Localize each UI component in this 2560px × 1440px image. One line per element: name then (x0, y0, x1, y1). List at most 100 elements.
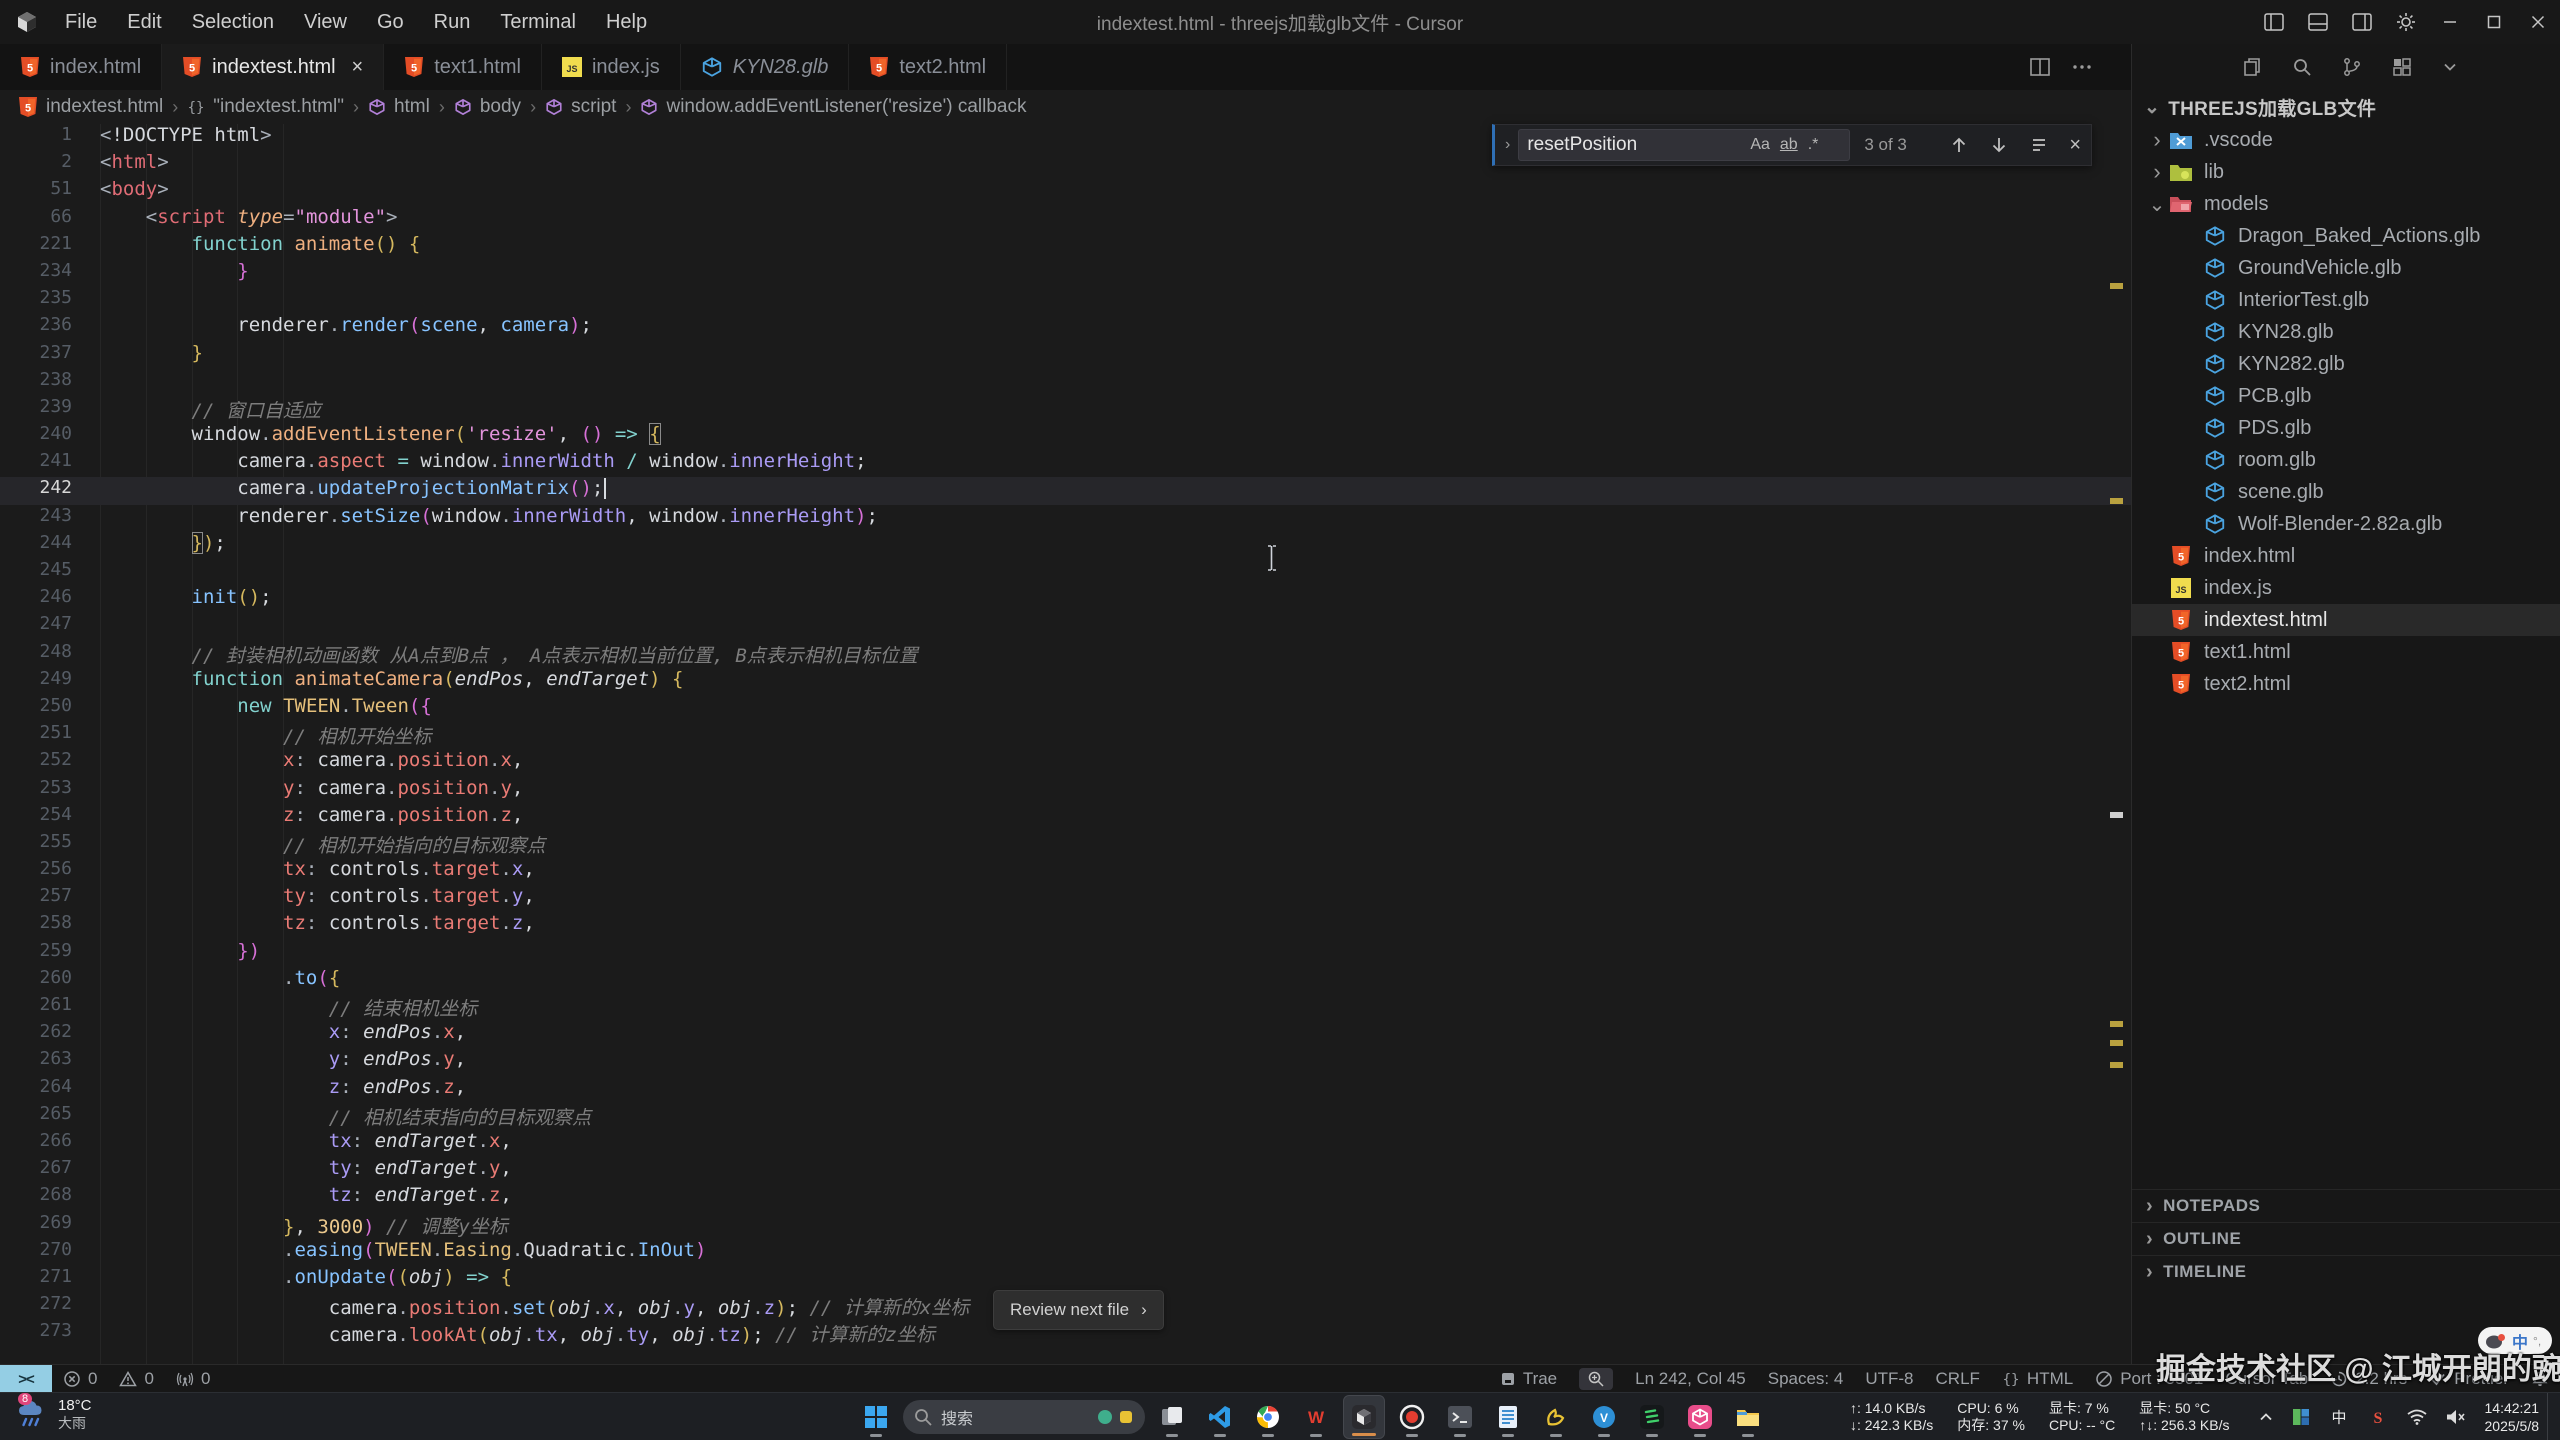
status-spaces-4[interactable]: Spaces: 4 (1768, 1369, 1844, 1389)
status-zoom-in[interactable] (1579, 1368, 1613, 1390)
file-tree-item-PCB.glb[interactable]: PCB.glb (2132, 380, 2560, 412)
code-line-271[interactable]: 271 .onUpdate((obj) => { (0, 1266, 2131, 1293)
taskbar-app-greenapp[interactable] (1631, 1395, 1673, 1439)
review-next-file-button[interactable]: Review next file › (993, 1290, 1164, 1330)
file-tree-item-Dragon_Baked_Actions.glb[interactable]: Dragon_Baked_Actions.glb (2132, 220, 2560, 252)
section-timeline[interactable]: ›TIMELINE (2132, 1255, 2560, 1288)
search-icon[interactable] (2292, 57, 2312, 77)
code-line-254[interactable]: 254 z: camera.position.z, (0, 804, 2131, 831)
menu-help[interactable]: Help (591, 0, 662, 44)
file-tree-item-GroundVehicle.glb[interactable]: GroundVehicle.glb (2132, 252, 2560, 284)
menu-selection[interactable]: Selection (177, 0, 289, 44)
file-tree-item-room.glb[interactable]: room.glb (2132, 444, 2560, 476)
code-line-269[interactable]: 269 }, 3000) // 调整y坐标 (0, 1212, 2131, 1239)
taskbar-app-cube3d[interactable] (1679, 1395, 1721, 1439)
whole-word-toggle[interactable]: ab (1780, 136, 1798, 154)
menu-edit[interactable]: Edit (112, 0, 176, 44)
code-line-265[interactable]: 265 // 相机结束指向的目标观察点 (0, 1103, 2131, 1130)
code-line-263[interactable]: 263 y: endPos.y, (0, 1048, 2131, 1075)
file-tree-item-models[interactable]: ⌄models (2132, 188, 2560, 220)
regex-toggle[interactable]: .* (1808, 136, 1819, 154)
taskbar-app-notepad[interactable] (1487, 1395, 1529, 1439)
taskbar-app-chrome[interactable] (1247, 1395, 1289, 1439)
tray-chevron-up[interactable] (2258, 1409, 2274, 1425)
file-tree-item-index.html[interactable]: 5index.html (2132, 540, 2560, 572)
file-tree-item-text2.html[interactable]: 5text2.html (2132, 668, 2560, 700)
find-expand-icon[interactable]: › (1505, 136, 1510, 154)
code-line-259[interactable]: 259 }) (0, 940, 2131, 967)
git-branch-icon[interactable] (2342, 57, 2362, 77)
file-tree-item-.vscode[interactable]: ›.vscode (2132, 124, 2560, 156)
status-0[interactable]: 0 (119, 1369, 153, 1389)
file-tree-item-InteriorTest.glb[interactable]: InteriorTest.glb (2132, 284, 2560, 316)
taskbar-app-navicat[interactable] (1535, 1395, 1577, 1439)
taskbar-weather[interactable]: 8 18°C 大雨 (16, 1397, 92, 1431)
menu-file[interactable]: File (50, 0, 112, 44)
split-editor-icon[interactable] (2030, 57, 2050, 77)
code-line-251[interactable]: 251 // 相机开始坐标 (0, 722, 2131, 749)
code-line-242[interactable]: 242 camera.updateProjectionMatrix(); (0, 477, 2131, 504)
file-tree-item-Wolf-Blender-2.82a.glb[interactable]: Wolf-Blender-2.82a.glb (2132, 508, 2560, 540)
taskbar-app-explorer[interactable] (1727, 1395, 1769, 1439)
menu-terminal[interactable]: Terminal (485, 0, 591, 44)
code-line-248[interactable]: 248 // 封装相机动画函数 从A点到B点 ， A点表示相机当前位置, B点表… (0, 641, 2131, 668)
code-line-235[interactable]: 235 (0, 287, 2131, 314)
code-line-260[interactable]: 260 .to({ (0, 967, 2131, 994)
code-line-244[interactable]: 244 }); (0, 532, 2131, 559)
section-notepads[interactable]: ›NOTEPADS (2132, 1189, 2560, 1222)
code-line-245[interactable]: 245 (0, 559, 2131, 586)
code-line-268[interactable]: 268 tz: endTarget.z, (0, 1184, 2131, 1211)
code-line-253[interactable]: 253 y: camera.position.y, (0, 777, 2131, 804)
project-root[interactable]: ⌄ THREEJS加载GLB文件 (2132, 90, 2560, 124)
code-editor[interactable]: 1<!DOCTYPE html>2<html>51<body>66 <scrip… (0, 124, 2131, 1364)
menu-go[interactable]: Go (362, 0, 419, 44)
taskbar-app-cursor[interactable] (1343, 1395, 1385, 1439)
code-line-258[interactable]: 258 tz: controls.target.z, (0, 912, 2131, 939)
status-html[interactable]: {}HTML (2002, 1369, 2073, 1389)
layout-panel-button[interactable] (2296, 0, 2340, 44)
tab-text2.html[interactable]: 5text2.html (849, 44, 1007, 90)
code-line-221[interactable]: 221 function animate() { (0, 233, 2131, 260)
file-tree-item-lib[interactable]: ›lib (2132, 156, 2560, 188)
code-line-252[interactable]: 252 x: camera.position.x, (0, 749, 2131, 776)
code-line-267[interactable]: 267 ty: endTarget.y, (0, 1157, 2131, 1184)
blocks-icon[interactable] (2392, 57, 2412, 77)
code-line-66[interactable]: 66 <script type="module"> (0, 206, 2131, 233)
code-line-243[interactable]: 243 renderer.setSize(window.innerWidth, … (0, 505, 2131, 532)
ellipsis-icon[interactable] (2072, 57, 2092, 77)
code-line-255[interactable]: 255 // 相机开始指向的目标观察点 (0, 831, 2131, 858)
copy-icon[interactable] (2242, 57, 2262, 77)
breadcrumb-item[interactable]: 5indextest.html (18, 96, 163, 118)
minimize-button[interactable] (2428, 0, 2472, 44)
selection-lines-icon[interactable] (2029, 135, 2049, 155)
arrow-up-icon[interactable] (1949, 135, 1969, 155)
breadcrumb-item[interactable]: {}"indextest.html" (187, 96, 344, 118)
code-line-51[interactable]: 51<body> (0, 178, 2131, 205)
tray-volume-mute[interactable] (2445, 1408, 2467, 1426)
tab-indextest.html[interactable]: 5indextest.html× (162, 44, 384, 90)
menu-view[interactable]: View (289, 0, 362, 44)
arrow-down-icon[interactable] (1989, 135, 2009, 155)
breadcrumb-item[interactable]: script (545, 96, 616, 118)
file-tree-item-scene.glb[interactable]: scene.glb (2132, 476, 2560, 508)
tray-pc-manager[interactable] (2291, 1407, 2311, 1427)
tab-text1.html[interactable]: 5text1.html (384, 44, 542, 90)
file-tree-item-PDS.glb[interactable]: PDS.glb (2132, 412, 2560, 444)
taskbar-app-widgets[interactable] (1151, 1395, 1193, 1439)
file-tree-item-indextest.html[interactable]: 5indextest.html (2132, 604, 2560, 636)
file-tree-item-index.js[interactable]: JSindex.js (2132, 572, 2560, 604)
code-line-238[interactable]: 238 (0, 369, 2131, 396)
code-line-234[interactable]: 234 } (0, 260, 2131, 287)
breadcrumb-item[interactable]: body (454, 96, 521, 118)
section-outline[interactable]: ›OUTLINE (2132, 1222, 2560, 1255)
breadcrumb-item[interactable]: html (368, 96, 430, 118)
remote-indicator[interactable]: >< (0, 1365, 52, 1393)
taskbar-app-start[interactable] (855, 1395, 897, 1439)
close-icon[interactable]: × (2069, 134, 2081, 157)
show-desktop-button[interactable] (2547, 1393, 2552, 1440)
file-tree-item-text1.html[interactable]: 5text1.html (2132, 636, 2560, 668)
tab-KYN28.glb[interactable]: KYN28.glb (681, 44, 850, 90)
status-trae[interactable]: Trae (1500, 1369, 1557, 1389)
status-0[interactable]: 0 (176, 1369, 210, 1389)
taskbar-search[interactable]: 搜索 (903, 1400, 1145, 1434)
